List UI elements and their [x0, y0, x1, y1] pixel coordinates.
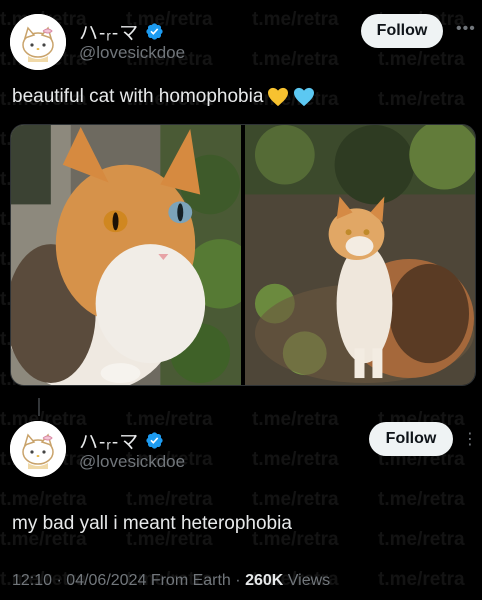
tweet-2[interactable]: ハ-ᵣ-マ @lovesickdoe Follow ⋮ my bad yall …: [0, 405, 482, 600]
cat-photo-full[interactable]: [245, 125, 475, 385]
tweet-body: my bad yall i meant heterophobia: [12, 513, 292, 534]
tweet-date[interactable]: 04/06/2024: [66, 572, 146, 589]
tweet-text: beautiful cat with homophobia: [12, 86, 315, 108]
verified-badge-icon: [145, 431, 164, 450]
handle[interactable]: @lovesickdoe: [79, 452, 185, 472]
yellow-heart-icon: [267, 87, 289, 107]
meta-separator: ·: [56, 572, 67, 589]
avatar[interactable]: [10, 14, 66, 70]
follow-button[interactable]: Follow: [361, 14, 443, 48]
tweet-time[interactable]: 12:10: [12, 572, 52, 589]
handle[interactable]: @lovesickdoe: [79, 43, 185, 63]
views-label: Views: [287, 572, 331, 589]
display-name[interactable]: ハ-ᵣ-マ: [79, 18, 139, 45]
more-options-icon[interactable]: •••: [456, 20, 476, 38]
avatar[interactable]: [10, 421, 66, 477]
light-blue-heart-icon: [293, 87, 315, 107]
author-name-line: ハ-ᵣ-マ: [79, 18, 164, 45]
tweet-1[interactable]: ハ-ᵣ-マ @lovesickdoe Follow ••• beautiful …: [0, 0, 482, 395]
cat-photo-closeup[interactable]: [11, 125, 241, 385]
tweet-body: beautiful cat with homophobia: [12, 86, 264, 107]
display-name[interactable]: ハ-ᵣ-マ: [79, 427, 139, 454]
more-options-icon[interactable]: ⋮: [462, 429, 479, 449]
meta-separator: ·: [235, 572, 246, 589]
views-count[interactable]: 260K: [245, 572, 283, 589]
author-name-line: ハ-ᵣ-マ: [79, 427, 164, 454]
tweet-location: From Earth: [150, 572, 231, 589]
follow-button[interactable]: Follow: [369, 422, 453, 456]
tweet-meta: 12:10 · 04/06/2024 From Earth · 260K Vie…: [12, 572, 330, 590]
media-grid[interactable]: [10, 124, 476, 386]
tweet-text: my bad yall i meant heterophobia: [12, 513, 292, 535]
verified-badge-icon: [145, 22, 164, 41]
